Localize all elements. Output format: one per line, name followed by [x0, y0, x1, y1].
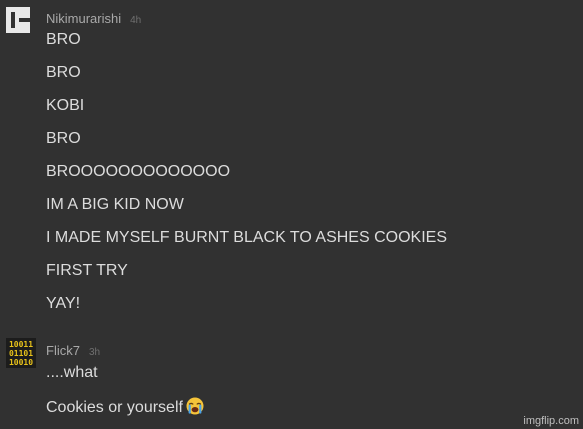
comment-meta: Nikimurarishi 4h: [46, 10, 141, 28]
avatar[interactable]: [6, 7, 30, 38]
comment-line: I MADE MYSELF BURNT BLACK TO ASHES COOKI…: [46, 229, 447, 246]
comment-line: KOBI: [46, 97, 85, 114]
comment-line: Cookies or yourself: [46, 397, 204, 417]
comment-line: FIRST TRY: [46, 262, 128, 279]
svg-text:01101: 01101: [9, 349, 33, 358]
binary-digits-avatar-icon: 10011 01101 10010: [6, 338, 36, 368]
comment-line: ....what: [46, 364, 98, 381]
svg-text:10010: 10010: [9, 358, 33, 367]
comment-line-text: Cookies or yourself: [46, 399, 183, 416]
imgflip-watermark: imgflip.com: [523, 415, 579, 427]
comment-meta: Flick7 3h: [46, 342, 100, 360]
timestamp: 4h: [130, 15, 142, 26]
username[interactable]: Flick7: [46, 343, 80, 358]
imgflip-e-logo-icon: [6, 7, 30, 33]
comment-line: BRO: [46, 130, 81, 147]
comment-line: BRO: [46, 64, 81, 81]
svg-text:10011: 10011: [9, 340, 33, 349]
comment-line: BROOOOOOOOOOOOO: [46, 163, 231, 180]
username[interactable]: Nikimurarishi: [46, 11, 121, 26]
comment-line: IM A BIG KID NOW: [46, 196, 184, 213]
comment-line: YAY!: [46, 295, 81, 312]
loudly-crying-face-icon: [186, 397, 204, 415]
timestamp: 3h: [88, 347, 101, 358]
avatar[interactable]: 10011 01101 10010: [6, 338, 36, 373]
comment-line: BRO: [46, 31, 81, 48]
